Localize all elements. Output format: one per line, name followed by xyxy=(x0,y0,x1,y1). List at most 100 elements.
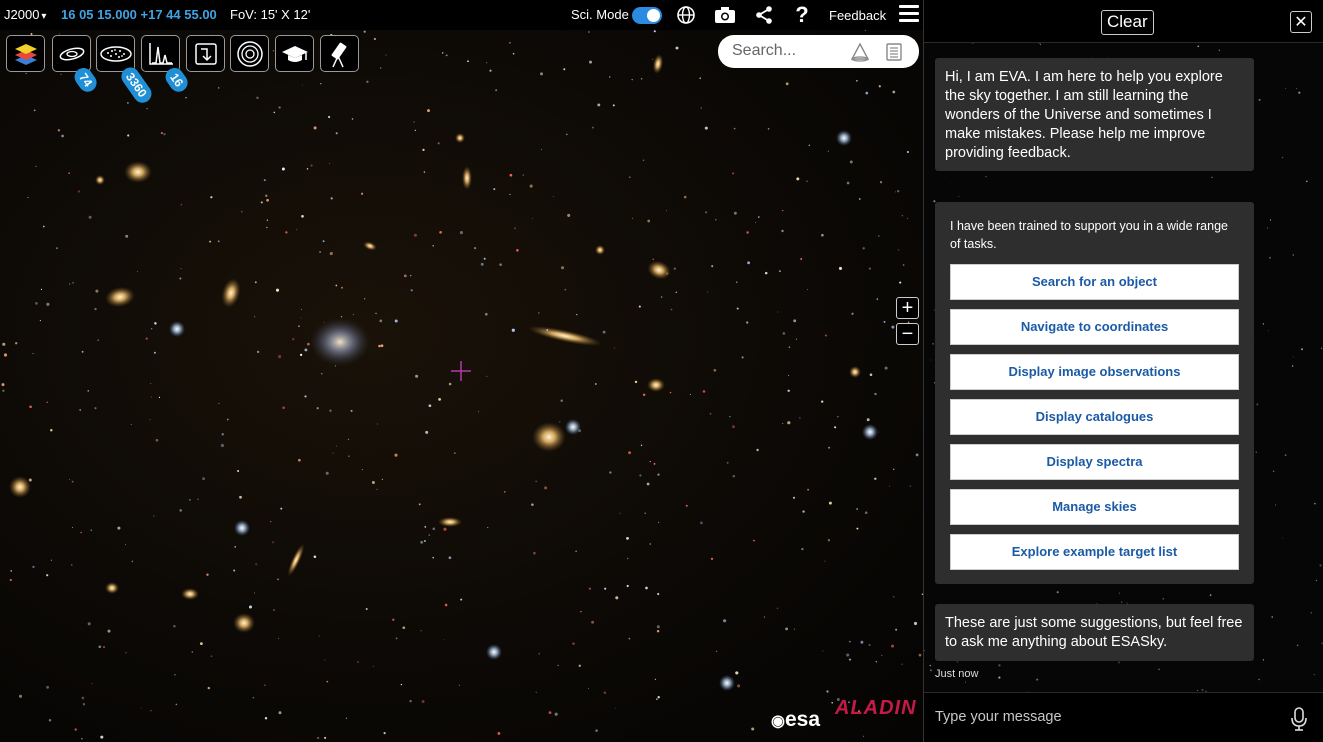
star xyxy=(734,211,737,215)
star xyxy=(732,172,735,175)
star xyxy=(423,539,426,543)
suggestion-explore-targets[interactable]: Explore example target list xyxy=(950,534,1239,570)
star xyxy=(107,629,111,633)
star xyxy=(420,630,422,632)
star xyxy=(670,308,673,311)
panel-star xyxy=(1296,88,1298,90)
panel-star xyxy=(1201,688,1204,691)
star xyxy=(838,266,843,270)
spectrum-icon xyxy=(148,42,173,65)
star xyxy=(486,375,488,377)
star xyxy=(281,167,285,171)
globe-icon[interactable] xyxy=(674,4,698,26)
panel-star xyxy=(1272,470,1275,472)
target-button[interactable] xyxy=(230,35,269,72)
galaxy-explorer-button[interactable] xyxy=(52,35,91,72)
star xyxy=(894,191,897,193)
coordinates-display[interactable]: 16 05 15.000 +17 44 55.00 xyxy=(61,7,217,22)
cone-search-icon[interactable] xyxy=(850,42,870,62)
sky-view[interactable] xyxy=(0,0,923,742)
search-input[interactable] xyxy=(732,42,847,60)
help-icon[interactable]: ? xyxy=(790,2,814,27)
star xyxy=(733,127,736,130)
star xyxy=(888,485,890,487)
tutorial-button[interactable] xyxy=(275,35,314,72)
star xyxy=(646,482,650,486)
star xyxy=(563,68,566,71)
star xyxy=(865,91,869,95)
menu-icon[interactable] xyxy=(899,5,919,25)
panel-star xyxy=(956,661,959,663)
star xyxy=(767,127,770,130)
star xyxy=(878,235,880,237)
star xyxy=(751,727,755,731)
panel-star xyxy=(1292,356,1294,358)
suggestion-display-images[interactable]: Display image observations xyxy=(950,354,1239,390)
star xyxy=(707,291,709,293)
star xyxy=(628,176,631,179)
zoom-out-button[interactable]: − xyxy=(896,323,919,345)
outreach-button[interactable] xyxy=(186,35,225,72)
star xyxy=(478,411,480,413)
star xyxy=(415,374,419,378)
star xyxy=(298,325,300,328)
star xyxy=(32,352,34,355)
target-list-icon[interactable] xyxy=(885,42,903,62)
star xyxy=(285,231,288,234)
suggestion-display-catalogues[interactable]: Display catalogues xyxy=(950,399,1239,435)
star xyxy=(851,312,854,315)
star xyxy=(538,652,540,655)
suggestion-search-object[interactable]: Search for an object xyxy=(950,264,1239,300)
spectra-button[interactable] xyxy=(141,35,180,72)
star xyxy=(776,607,779,610)
closing-message: These are just some suggestions, but fee… xyxy=(935,604,1254,661)
star xyxy=(282,406,285,410)
star xyxy=(715,218,717,221)
suggestion-navigate-coordinates[interactable]: Navigate to coordinates xyxy=(950,309,1239,345)
star xyxy=(149,418,151,420)
star xyxy=(732,475,735,478)
star xyxy=(234,545,237,548)
message-timestamp: Just now xyxy=(935,668,979,680)
feedback-link[interactable]: Feedback xyxy=(829,8,886,23)
star xyxy=(206,573,209,576)
star xyxy=(410,289,413,292)
star xyxy=(591,620,595,624)
star xyxy=(675,46,679,50)
star xyxy=(277,638,279,639)
chat-message-input[interactable] xyxy=(935,709,1275,725)
star xyxy=(495,89,497,91)
star xyxy=(896,189,900,193)
coordinate-frame-select[interactable]: J2000 ▾ xyxy=(4,7,46,22)
panel-star xyxy=(1274,504,1277,506)
galaxy xyxy=(527,326,603,346)
galaxy xyxy=(455,133,465,143)
star xyxy=(241,211,243,213)
star xyxy=(856,80,858,82)
star xyxy=(652,258,655,261)
panel-star xyxy=(998,664,1001,667)
star xyxy=(301,84,304,86)
chat-panel: Clear ✕ Hi, I am EVA. I am here to help … xyxy=(923,0,1323,742)
share-icon[interactable] xyxy=(752,4,776,26)
sky-layers-button[interactable] xyxy=(6,35,45,72)
star xyxy=(363,30,366,33)
suggestion-manage-skies[interactable]: Manage skies xyxy=(950,489,1239,525)
star xyxy=(400,683,403,686)
star xyxy=(217,240,220,243)
star xyxy=(174,673,176,676)
star xyxy=(652,58,654,60)
sci-mode-label: Sci. Mode xyxy=(571,7,629,22)
microphone-icon[interactable] xyxy=(1289,707,1309,731)
zoom-in-button[interactable]: + xyxy=(896,297,919,319)
camera-icon[interactable] xyxy=(713,4,737,26)
sci-mode-toggle[interactable] xyxy=(632,7,662,24)
suggestion-display-spectra[interactable]: Display spectra xyxy=(950,444,1239,480)
star xyxy=(540,149,543,151)
close-icon[interactable]: ✕ xyxy=(1290,11,1312,33)
clear-button[interactable]: Clear xyxy=(1101,10,1154,35)
panel-star xyxy=(1056,591,1059,594)
star xyxy=(640,78,643,80)
sky-image[interactable] xyxy=(0,0,923,742)
telescope-button[interactable] xyxy=(320,35,359,72)
